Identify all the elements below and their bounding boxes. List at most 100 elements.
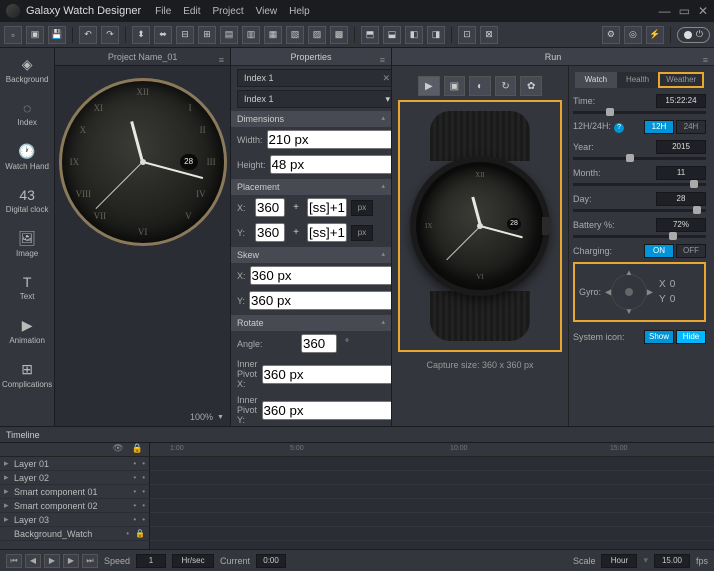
height-input[interactable] xyxy=(270,155,392,174)
sysicon-show[interactable]: Show xyxy=(644,330,674,344)
mode-12h[interactable]: 12H xyxy=(644,120,674,134)
timeline-ruler[interactable]: 1:00 5:00 10:00 15:00 xyxy=(150,443,714,457)
tab-health[interactable]: Health xyxy=(617,72,659,88)
month-slider[interactable] xyxy=(573,183,706,186)
run-fit-button[interactable]: ▣ xyxy=(444,76,466,96)
sysicon-hide[interactable]: Hide xyxy=(676,330,706,344)
charging-off[interactable]: OFF xyxy=(676,244,706,258)
tl-first-button[interactable]: ⏮ xyxy=(6,554,22,568)
menu-file[interactable]: File xyxy=(155,6,171,17)
tool-digital[interactable]: 43Digital clock xyxy=(0,179,54,222)
run-contrast-button[interactable]: ◐ xyxy=(469,76,491,96)
layer-row[interactable]: ▸Layer 01•• xyxy=(0,457,149,471)
tb-gear[interactable]: ⚙ xyxy=(602,26,620,44)
skew-x-input[interactable] xyxy=(250,266,393,285)
x-input[interactable] xyxy=(255,198,285,217)
tl-last-button[interactable]: ⏭ xyxy=(82,554,98,568)
hour-hand[interactable] xyxy=(130,121,144,162)
zoom-indicator[interactable]: 100%▼ xyxy=(190,412,224,422)
gyro-right-icon[interactable]: ▶ xyxy=(647,288,653,297)
hrsec-value[interactable]: Hr/sec xyxy=(172,554,214,568)
tb-open[interactable]: ▣ xyxy=(26,26,44,44)
day-slider[interactable] xyxy=(573,209,706,212)
time-slider[interactable] xyxy=(573,111,706,114)
layer-row[interactable]: Background_Watch•🔒 xyxy=(0,527,149,541)
tool-index[interactable]: ◌Index xyxy=(0,92,54,135)
month-value[interactable]: 11 xyxy=(656,166,706,180)
lock-icon[interactable]: 🔒 xyxy=(132,443,143,456)
section-rotate[interactable]: Rotate▴ xyxy=(231,315,391,331)
tb-bolt[interactable]: ⚡ xyxy=(646,26,664,44)
tb-layer-2[interactable]: ⬓ xyxy=(383,26,401,44)
menu-help[interactable]: Help xyxy=(289,6,310,17)
tl-prev-button[interactable]: ◀ xyxy=(25,554,41,568)
tab-watch[interactable]: Watch xyxy=(575,72,617,88)
gyro-left-icon[interactable]: ◀ xyxy=(605,288,611,297)
second-hand[interactable] xyxy=(96,162,143,209)
tb-layer-3[interactable]: ◧ xyxy=(405,26,423,44)
width-input[interactable] xyxy=(267,130,393,149)
gyro-down-icon[interactable]: ▼ xyxy=(625,307,633,316)
tool-text[interactable]: TText xyxy=(0,266,54,309)
maximize-icon[interactable]: ▭ xyxy=(679,4,690,18)
y-expr-input[interactable] xyxy=(307,223,347,242)
tool-animation[interactable]: ▶Animation xyxy=(0,309,54,353)
section-skew[interactable]: Skew▴ xyxy=(231,247,391,263)
year-slider[interactable] xyxy=(573,157,706,160)
component-select-1[interactable]: Index 1✕ xyxy=(237,69,392,87)
tab-weather[interactable]: Weather xyxy=(658,72,704,88)
canvas-menu-icon[interactable]: ≡ xyxy=(219,51,224,69)
tb-align-2[interactable]: ⬌ xyxy=(154,26,172,44)
menu-view[interactable]: View xyxy=(256,6,278,17)
tb-undo[interactable]: ↶ xyxy=(79,26,97,44)
tb-extra-1[interactable]: ⊡ xyxy=(458,26,476,44)
run-play-button[interactable]: ▶ xyxy=(418,76,440,96)
tool-complications[interactable]: ⊞Complications xyxy=(0,353,54,397)
tool-watchhand[interactable]: 🕐Watch Hand xyxy=(0,135,54,179)
x-expr-input[interactable] xyxy=(307,198,347,217)
section-placement[interactable]: Placement▴ xyxy=(231,179,391,195)
battery-value[interactable]: 72% xyxy=(656,218,706,232)
section-dimensions[interactable]: Dimensions▴ xyxy=(231,111,391,127)
ipx-input[interactable] xyxy=(262,365,393,384)
tool-image[interactable]: 🖼Image xyxy=(0,222,54,266)
gyro-y-value[interactable]: 0 xyxy=(670,294,700,305)
gyro-dpad[interactable]: ▲ ▼ ◀ ▶ xyxy=(605,268,653,316)
time-value[interactable]: 15:22:24 xyxy=(656,94,706,108)
tb-redo[interactable]: ↷ xyxy=(101,26,119,44)
layer-row[interactable]: ▸Smart component 01•• xyxy=(0,485,149,499)
props-menu-icon[interactable]: ≡ xyxy=(380,51,385,69)
menu-edit[interactable]: Edit xyxy=(183,6,200,17)
tb-align-7[interactable]: ▦ xyxy=(264,26,282,44)
angle-input[interactable] xyxy=(301,334,337,353)
gyro-center-icon[interactable] xyxy=(625,288,633,296)
close-icon[interactable]: ✕ xyxy=(698,4,708,18)
minimize-icon[interactable]: — xyxy=(659,4,671,18)
tb-align-5[interactable]: ▤ xyxy=(220,26,238,44)
run-menu-icon[interactable]: ≡ xyxy=(703,51,708,69)
tb-align-4[interactable]: ⊞ xyxy=(198,26,216,44)
watch-face-canvas[interactable]: XII III VI IX I II IV V VII VIII X XI 28 xyxy=(59,78,227,246)
visibility-icon[interactable]: 👁 xyxy=(112,443,123,456)
run-history-button[interactable]: ↻ xyxy=(495,76,517,96)
mode-24h[interactable]: 24H xyxy=(676,120,706,134)
current-value[interactable]: 0:00 xyxy=(256,554,286,568)
layer-row[interactable]: ▸Layer 03•• xyxy=(0,513,149,527)
tb-target[interactable]: ◎ xyxy=(624,26,642,44)
tl-play-button[interactable]: ▶ xyxy=(44,554,60,568)
tb-align-10[interactable]: ▩ xyxy=(330,26,348,44)
info-icon[interactable]: ? xyxy=(614,123,624,133)
gyro-x-value[interactable]: 0 xyxy=(670,279,700,290)
year-value[interactable]: 2015 xyxy=(656,140,706,154)
tb-align-1[interactable]: ⬍ xyxy=(132,26,150,44)
aod-toggle[interactable]: ⏻ xyxy=(677,27,710,43)
tb-new[interactable]: ▫ xyxy=(4,26,22,44)
skew-y-input[interactable] xyxy=(249,291,392,310)
fps-value[interactable]: 15.00 xyxy=(654,554,690,568)
tb-align-3[interactable]: ⊟ xyxy=(176,26,194,44)
scale-value[interactable]: Hour xyxy=(601,554,637,568)
tb-align-6[interactable]: ▥ xyxy=(242,26,260,44)
gyro-up-icon[interactable]: ▲ xyxy=(625,268,633,277)
tb-align-8[interactable]: ▧ xyxy=(286,26,304,44)
component-select-2[interactable]: Index 1▾ xyxy=(237,90,392,108)
